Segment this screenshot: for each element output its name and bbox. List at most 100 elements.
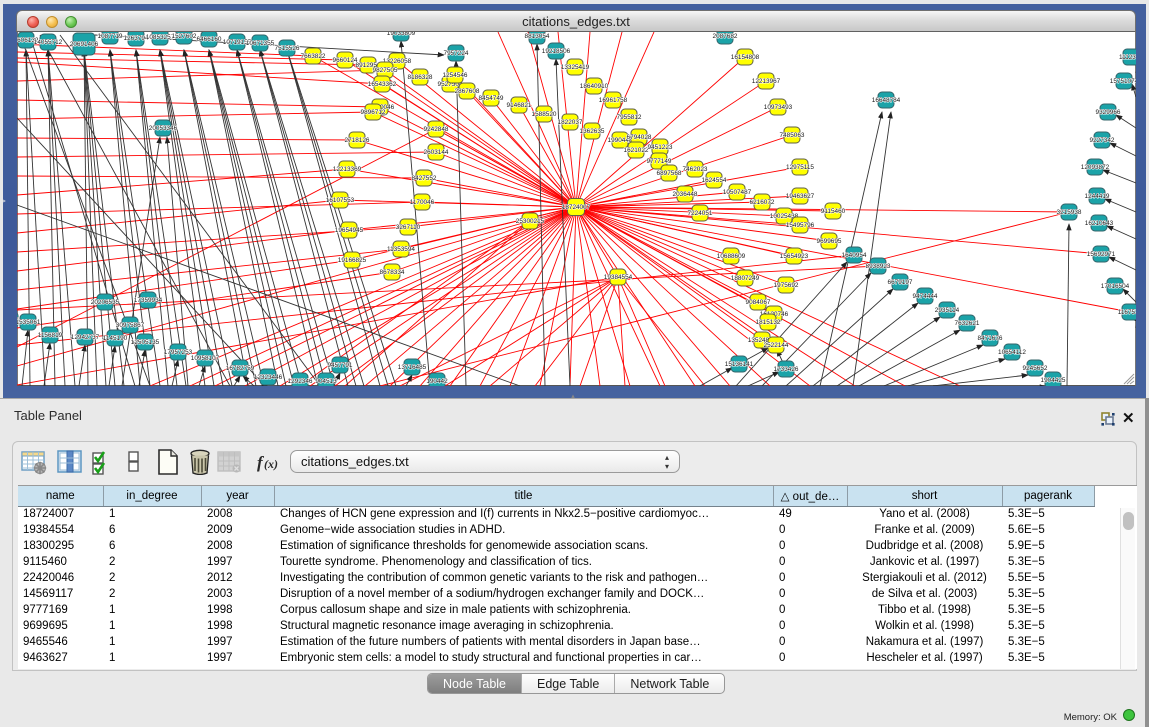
svg-text:1535061: 1535061 [17, 319, 41, 326]
svg-text:15495796: 15495796 [786, 222, 815, 229]
svg-text:16107553: 16107553 [326, 197, 355, 204]
svg-text:6216072: 6216072 [750, 199, 775, 206]
svg-text:12213369: 12213369 [333, 166, 362, 173]
svg-text:11353594: 11353594 [387, 246, 415, 253]
svg-text:1975692: 1975692 [774, 282, 799, 289]
svg-text:15692971: 15692971 [1087, 251, 1116, 258]
svg-text:6794028: 6794028 [627, 134, 652, 141]
svg-text:1244419: 1244419 [1085, 193, 1110, 200]
svg-text:13325419: 13325419 [561, 64, 590, 71]
svg-text:7224051: 7224051 [688, 210, 713, 217]
svg-text:2036448: 2036448 [673, 191, 698, 198]
svg-text:9146821: 9146821 [507, 102, 532, 109]
svg-text:10507487: 10507487 [723, 189, 752, 196]
svg-text:20206535: 20206535 [91, 299, 120, 306]
svg-text:15654923: 15654923 [780, 253, 809, 260]
svg-text:19166825: 19166825 [338, 257, 367, 264]
svg-text:1624554: 1624554 [702, 177, 727, 184]
svg-text:190442: 190442 [426, 378, 448, 385]
svg-text:12093872: 12093872 [1081, 164, 1110, 171]
svg-text:1167534: 1167534 [1118, 309, 1136, 316]
svg-text:9474444: 9474444 [913, 293, 938, 300]
svg-text:2522144: 2522144 [764, 342, 789, 349]
svg-text:7955812: 7955812 [617, 114, 642, 121]
svg-text:12505135: 12505135 [131, 339, 160, 346]
svg-text:15751074: 15751074 [1110, 78, 1136, 85]
svg-text:20691406: 20691406 [70, 41, 99, 48]
svg-text:16210643: 16210643 [1085, 220, 1114, 227]
svg-text:2935114: 2935114 [935, 307, 960, 314]
svg-text:7515526: 7515526 [275, 45, 300, 52]
svg-text:9245652: 9245652 [1023, 365, 1048, 372]
svg-text:1588520: 1588520 [532, 111, 557, 118]
svg-text:8186328: 8186328 [408, 74, 433, 81]
svg-text:12942737: 12942737 [71, 334, 100, 341]
svg-text:9451223: 9451223 [648, 144, 673, 151]
svg-text:2718126: 2718126 [345, 137, 370, 144]
svg-text:9699695: 9699695 [817, 238, 842, 245]
svg-text:18807249: 18807249 [731, 275, 760, 282]
svg-text:2603144: 2603144 [424, 149, 449, 156]
svg-text:6466160: 6466160 [197, 36, 222, 43]
svg-text:9827505: 9827505 [373, 67, 398, 74]
svg-text:2867608: 2867608 [455, 88, 480, 95]
svg-text:20053346: 20053346 [149, 125, 178, 132]
svg-text:16961758: 16961758 [599, 97, 628, 104]
svg-text:8813054: 8813054 [525, 33, 550, 40]
svg-text:(x): (x) [264, 457, 278, 471]
svg-text:1621022: 1621022 [624, 147, 649, 154]
svg-text:7462023: 7462023 [683, 166, 708, 173]
svg-text:19218506: 19218506 [542, 48, 571, 55]
svg-text:9227342: 9227342 [1090, 137, 1115, 144]
svg-text:19384554: 19384554 [604, 274, 633, 281]
svg-text:16782759: 16782759 [226, 365, 255, 372]
svg-text:8938923: 8938923 [866, 263, 891, 270]
svg-text:9242848: 9242848 [424, 126, 449, 133]
svg-text:14055712: 14055712 [34, 39, 63, 46]
svg-text:19654945: 19654945 [335, 227, 364, 234]
svg-text:10853257: 10853257 [146, 34, 175, 41]
svg-text:19033809: 19033809 [387, 32, 416, 37]
svg-text:6897568: 6897568 [657, 170, 682, 177]
svg-text:1822037: 1822037 [558, 119, 583, 126]
svg-text:13716485: 13716485 [398, 364, 427, 371]
svg-text:1156819: 1156819 [38, 332, 63, 339]
svg-text:9457791: 9457791 [328, 362, 353, 369]
svg-text:9660124: 9660124 [333, 57, 358, 64]
svg-text:1733426: 1733426 [774, 366, 799, 373]
svg-text:8678334: 8678334 [380, 269, 405, 276]
svg-text:10671355: 10671355 [246, 40, 275, 47]
svg-text:2087682: 2087682 [713, 33, 738, 40]
svg-text:1292346: 1292346 [288, 378, 313, 385]
svg-text:1145190: 1145190 [103, 335, 128, 342]
svg-text:9777149: 9777149 [647, 158, 672, 165]
svg-text:6679197: 6679197 [888, 279, 913, 286]
svg-text:7663822: 7663822 [301, 53, 326, 60]
svg-text:1362635: 1362635 [580, 128, 605, 135]
svg-text:18724007: 18724007 [562, 204, 591, 211]
svg-text:10958107: 10958107 [191, 355, 220, 362]
svg-text:1904425: 1904425 [1041, 377, 1066, 384]
svg-text:30975867: 30975867 [116, 322, 145, 329]
svg-text:3215938: 3215938 [1057, 209, 1082, 216]
svg-text:1640954: 1640954 [842, 252, 867, 259]
svg-text:10688609: 10688609 [717, 253, 746, 260]
svg-text:12213967: 12213967 [752, 78, 781, 85]
svg-text:1170046: 1170046 [410, 199, 435, 206]
svg-text:25300215: 25300215 [516, 218, 545, 225]
svg-text:16648784: 16648784 [872, 97, 901, 104]
svg-text:16154808: 16154808 [731, 54, 760, 61]
svg-text:10654112: 10654112 [998, 349, 1026, 356]
svg-text:15136141: 15136141 [725, 361, 754, 368]
svg-text:17016504: 17016504 [1101, 283, 1130, 290]
svg-text:8454749: 8454749 [479, 95, 504, 102]
svg-text:9115460: 9115460 [821, 208, 846, 215]
svg-text:7632621: 7632621 [955, 320, 980, 327]
svg-text:7957224: 7957224 [444, 50, 469, 57]
svg-text:10973493: 10973493 [764, 104, 793, 111]
svg-text:16543362: 16543362 [368, 81, 397, 88]
svg-text:8471676: 8471676 [978, 335, 1003, 342]
svg-text:7485063: 7485063 [780, 132, 805, 139]
svg-text:1254546: 1254546 [443, 72, 468, 79]
svg-text:3267110: 3267110 [396, 224, 421, 231]
